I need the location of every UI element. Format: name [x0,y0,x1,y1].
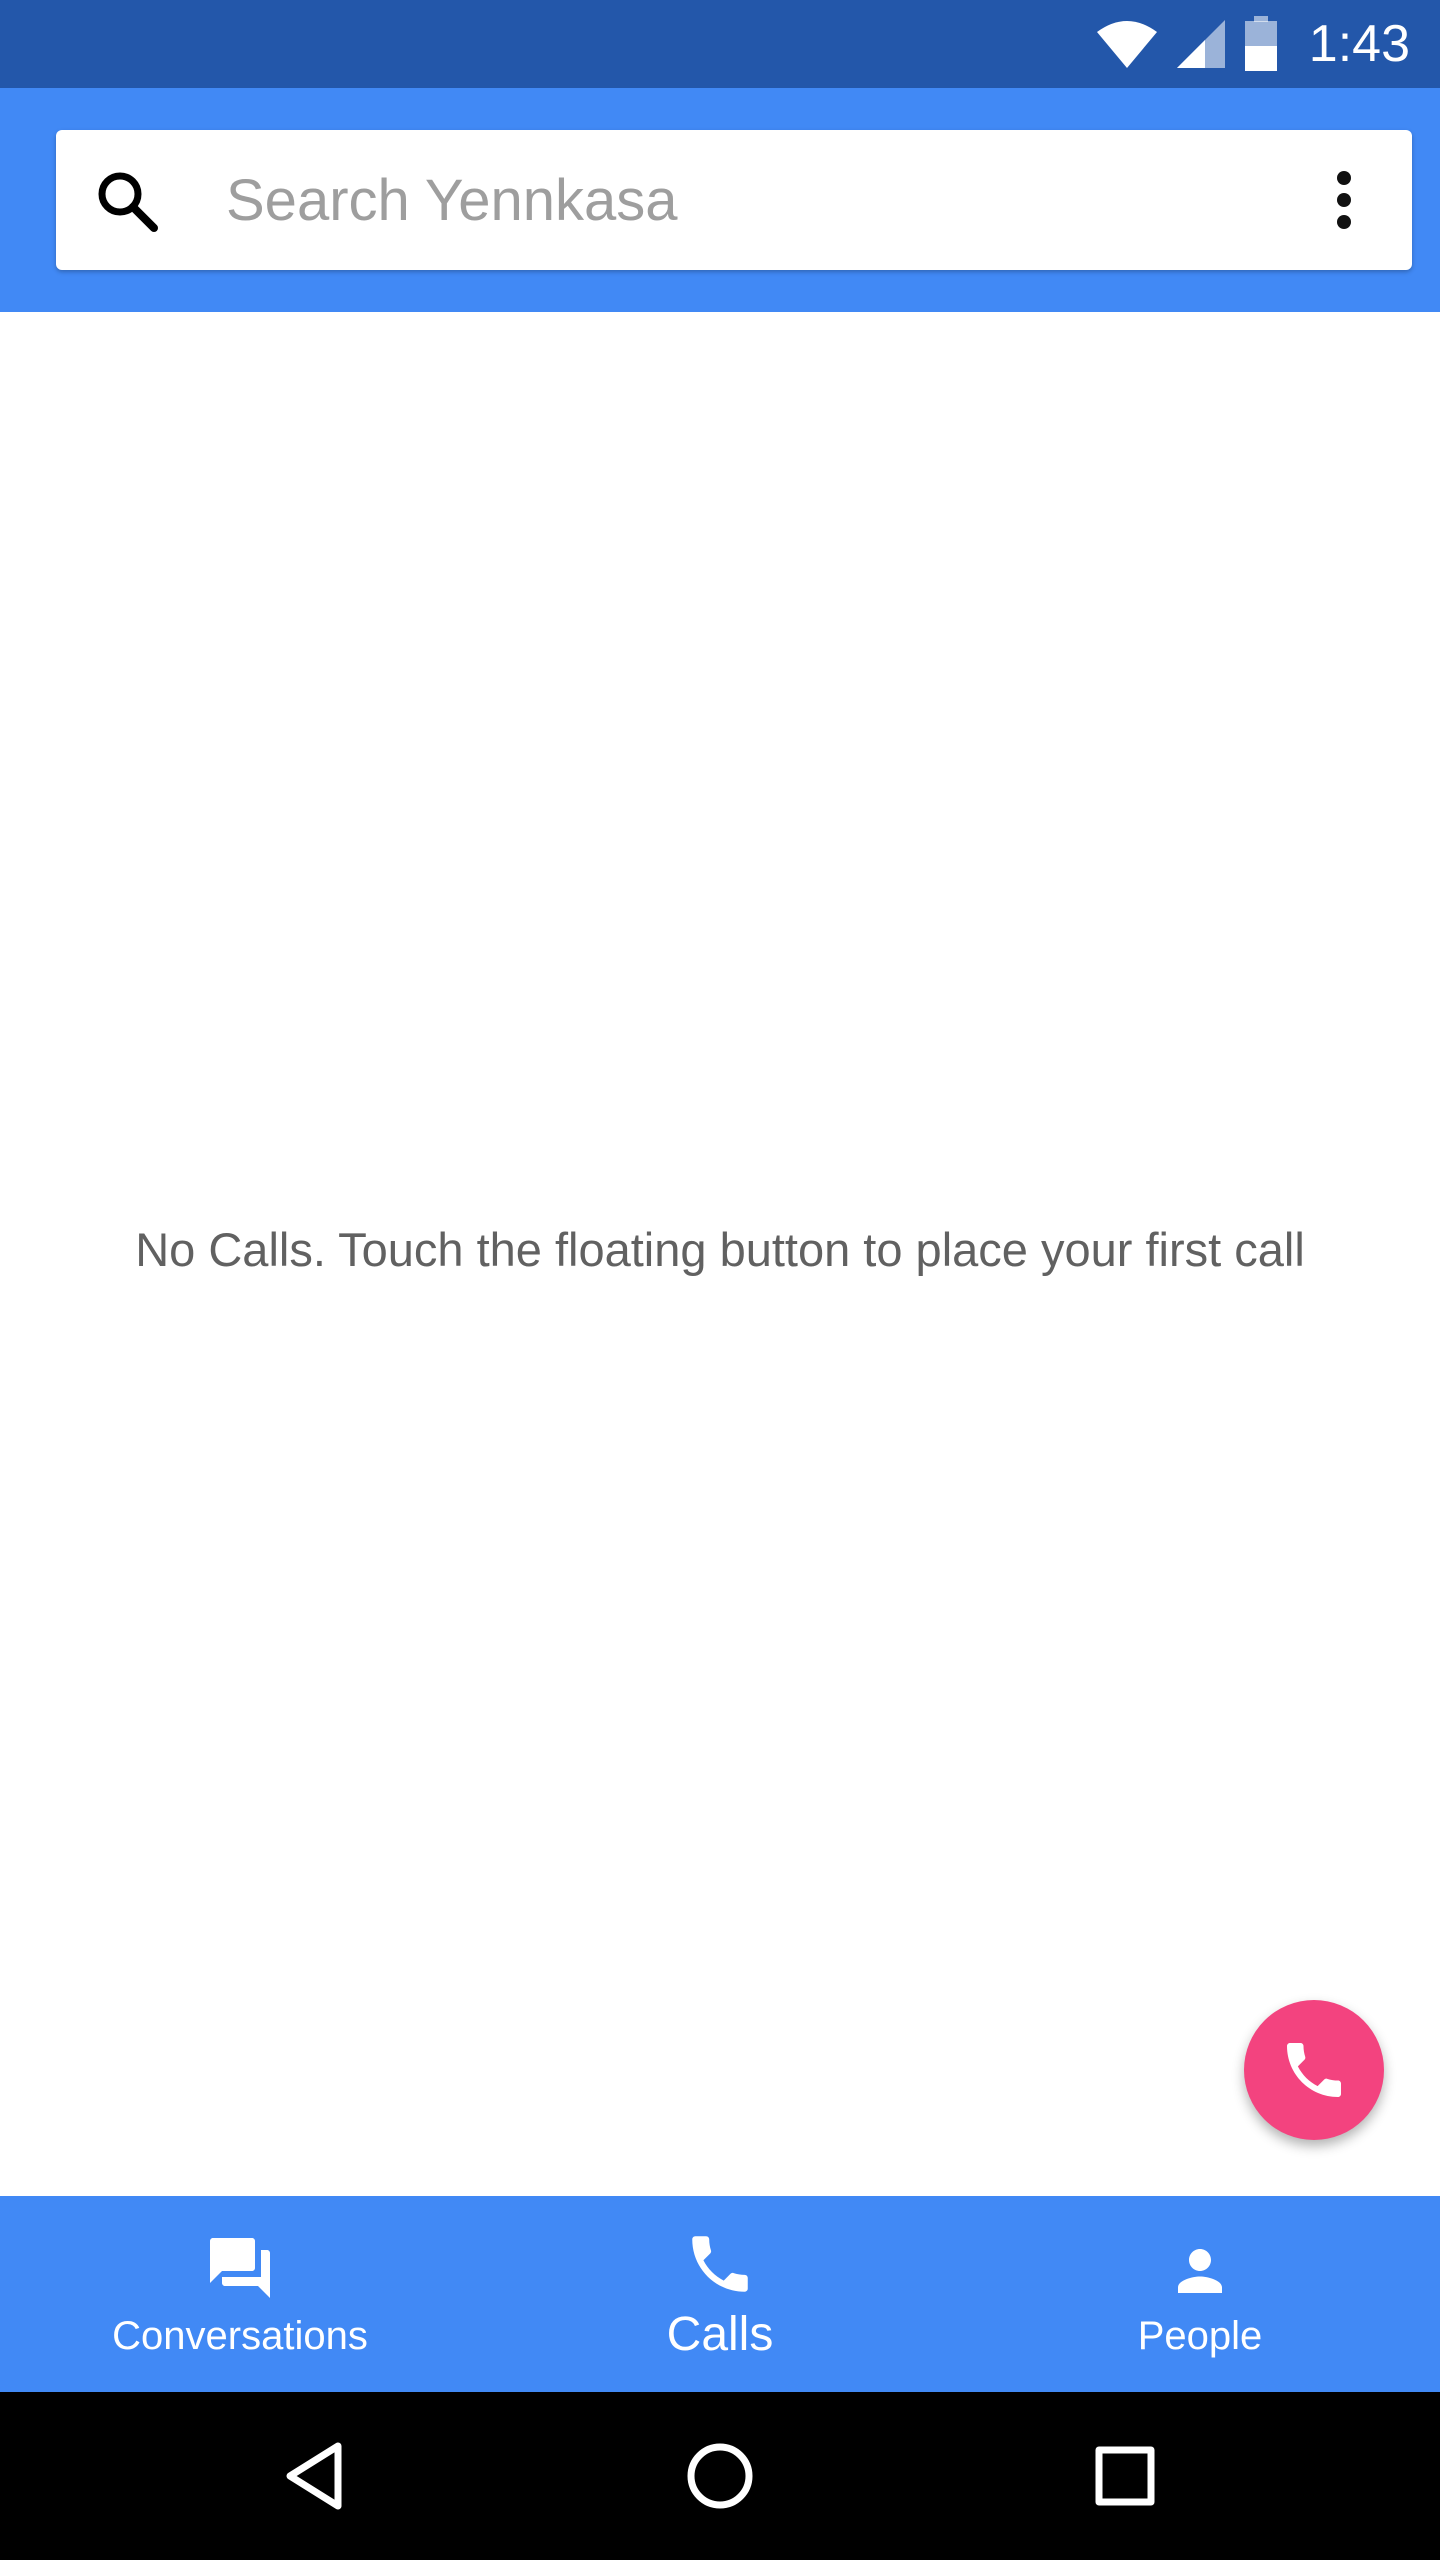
recents-icon[interactable] [1075,2426,1175,2526]
nav-item-people[interactable]: People [960,2196,1440,2392]
wifi-icon [1095,18,1159,70]
back-icon[interactable] [264,2426,364,2526]
nav-item-conversations[interactable]: Conversations [0,2196,480,2392]
empty-state-message: No Calls. Touch the floating button to p… [135,1223,1305,1276]
search-input[interactable] [224,150,1224,250]
phone-icon [1278,2034,1350,2106]
search-icon[interactable] [92,166,160,234]
calls-list: No Calls. Touch the floating button to p… [0,312,1440,2196]
forum-icon [202,2230,278,2304]
nav-label-people: People [1137,2313,1263,2358]
cellular-signal-icon [1175,18,1227,70]
new-call-fab[interactable] [1244,2000,1384,2140]
nav-label-conversations: Conversations [112,2313,368,2358]
more-vert-icon[interactable] [1316,160,1372,240]
home-icon[interactable] [670,2426,770,2526]
search-bar [56,130,1412,270]
bottom-navigation: Conversations Calls People [0,2196,1440,2392]
person-icon [1167,2230,1233,2304]
battery-icon [1243,16,1279,72]
app-bar [0,88,1440,312]
nav-label-calls: Calls [666,2307,774,2361]
status-time: 1:43 [1308,15,1410,73]
phone-icon [683,2227,757,2301]
status-bar: 1:43 [0,0,1440,88]
nav-item-calls[interactable]: Calls [480,2196,960,2392]
system-navigation-bar [0,2392,1440,2560]
